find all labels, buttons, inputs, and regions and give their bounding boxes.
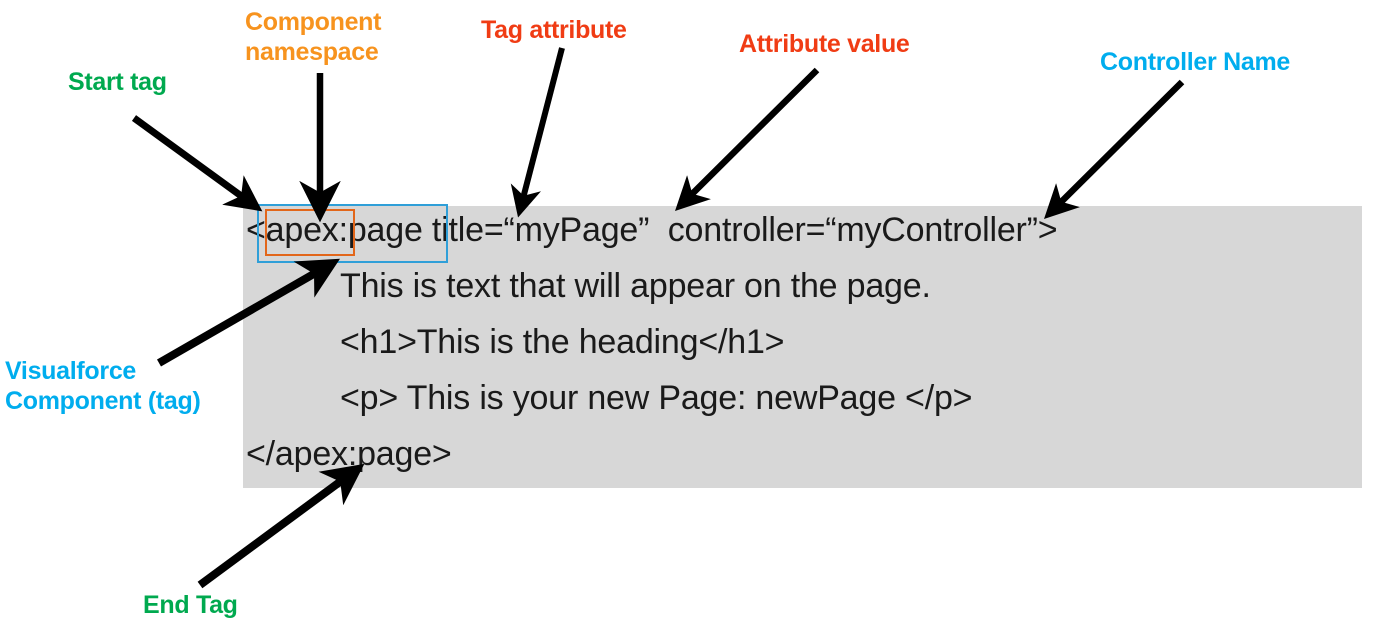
label-end-tag: End Tag <box>143 591 238 619</box>
code-line-paragraph: <p> This is your new Page: newPage </p> <box>340 379 973 417</box>
code-line-heading: <h1>This is the heading</h1> <box>340 323 785 361</box>
code-line-text: This is text that will appear on the pag… <box>340 267 931 305</box>
label-tag-attribute: Tag attribute <box>481 16 627 44</box>
controller-name-arrow <box>1044 79 1185 219</box>
highlight-box-component-namespace <box>265 209 355 256</box>
tag-attribute-arrow <box>510 47 565 218</box>
label-attribute-value: Attribute value <box>739 30 910 58</box>
label-component-namespace: Component namespace <box>245 8 382 66</box>
attribute-value-arrow <box>675 67 820 211</box>
label-controller-name: Controller Name <box>1100 48 1290 76</box>
code-line-close-tag: </apex:page> <box>246 435 452 473</box>
label-start-tag: Start tag <box>68 68 167 96</box>
start-tag-arrow <box>131 115 263 212</box>
label-visualforce-component: Visualforce Component (tag) <box>5 357 201 415</box>
diagram-canvas: <apex:page title=“myPage” controller=“my… <box>0 0 1385 643</box>
